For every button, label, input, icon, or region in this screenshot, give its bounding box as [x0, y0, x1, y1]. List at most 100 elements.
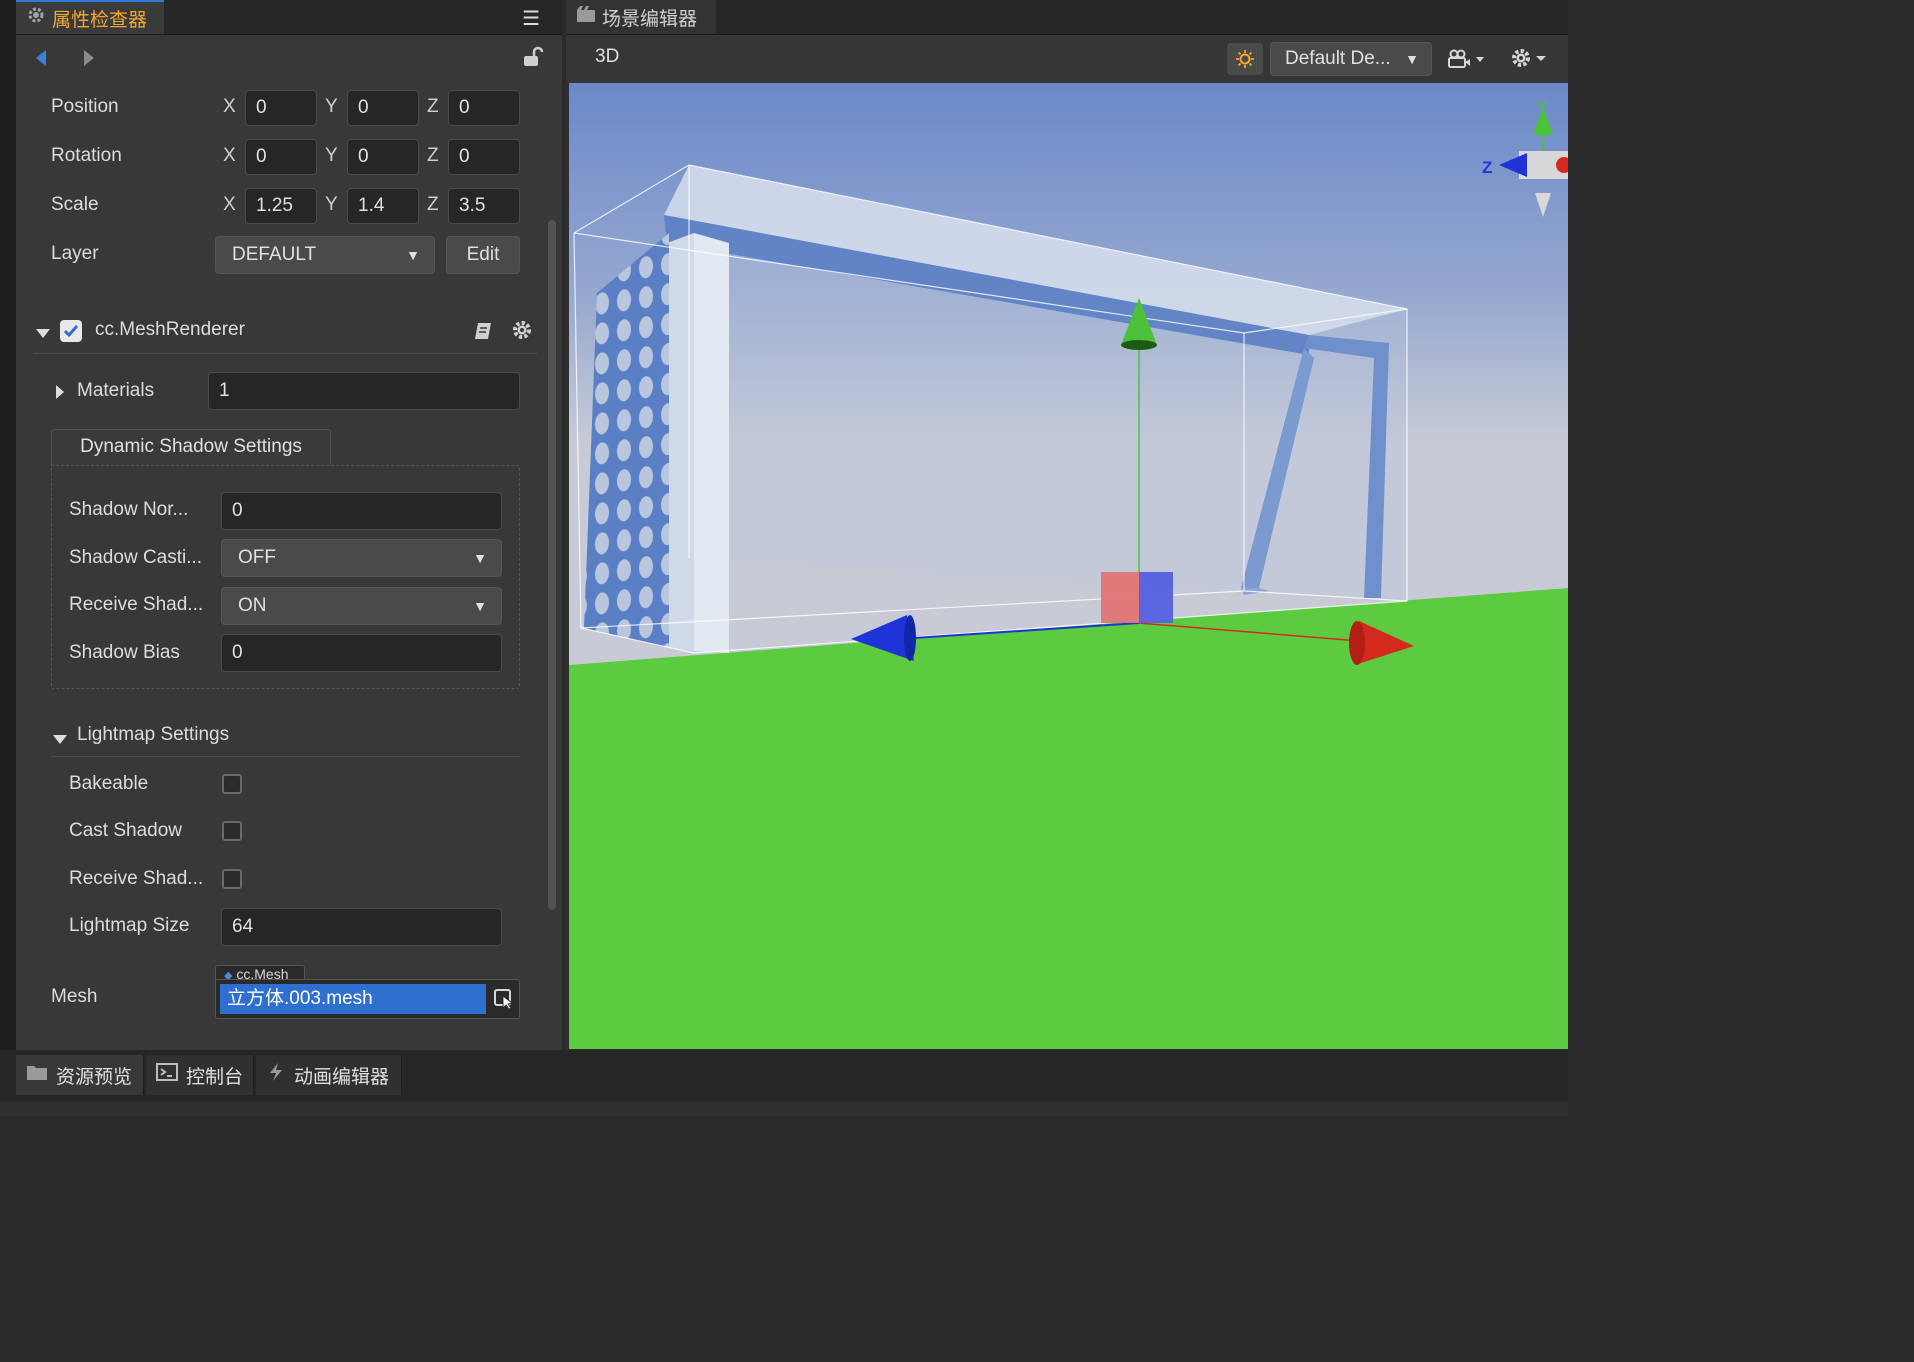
back-arrow-icon[interactable] [34, 48, 48, 73]
shadow-bias-label: Shadow Bias [69, 642, 180, 663]
gizmo-z-label: Z [1482, 158, 1492, 177]
axis-z-label: Z [427, 145, 439, 166]
tab-console-label: 控制台 [186, 1066, 244, 1088]
ground-plane [569, 588, 1568, 1049]
axis-x-label: X [223, 96, 236, 117]
collapse-triangle-icon[interactable] [53, 731, 67, 749]
axis-y-label: Y [325, 145, 338, 166]
gizmo-y-label: Y [1537, 98, 1547, 115]
layer-edit-button[interactable]: Edit [446, 236, 520, 274]
shadow-casting-select[interactable]: OFF ▼ [221, 539, 502, 577]
position-x-input[interactable]: 0 [245, 90, 317, 126]
scene-editor-panel: 场景编辑器 3D Default De... ▼ Y Z [566, 0, 1568, 1050]
lightmap-size-label: Lightmap Size [69, 915, 190, 936]
shadow-normal-bias-label: Shadow Nor... [69, 499, 189, 520]
receive-shadow-lightmap-label: Receive Shad... [69, 868, 204, 889]
shadow-casting-value: OFF [238, 547, 276, 568]
tab-asset-preview-label: 资源预览 [56, 1066, 133, 1088]
camera-select-value: Default De... [1285, 48, 1391, 69]
shadow-casting-label: Shadow Casti... [69, 547, 203, 568]
divider [34, 353, 538, 354]
scale-x-input[interactable]: 1.25 [245, 188, 317, 224]
shadow-normal-bias-input[interactable]: 0 [221, 492, 502, 530]
cast-shadow-checkbox[interactable] [222, 821, 242, 841]
rotation-x-input[interactable]: 0 [245, 139, 317, 175]
terminal-icon [156, 1063, 178, 1087]
bakeable-label: Bakeable [69, 773, 149, 794]
handle-zy-plane[interactable] [1139, 572, 1173, 623]
shadow-bias-input[interactable]: 0 [221, 634, 502, 672]
component-settings-gear-icon[interactable] [511, 319, 533, 346]
inspector-tabbar: 属性检查器 ☰ [16, 0, 562, 35]
tab-scene-label: 场景编辑器 [602, 8, 698, 30]
tab-inspector[interactable]: 属性检查器 [16, 0, 164, 34]
scene-clapboard-icon [576, 5, 596, 29]
lighting-toggle-button[interactable] [1227, 43, 1263, 75]
mesh-asset-field[interactable]: 立方体.003.mesh [215, 979, 520, 1019]
handle-xy-plane[interactable] [1101, 572, 1139, 623]
collapse-triangle-icon[interactable] [36, 325, 50, 343]
lightmap-settings-header[interactable]: Lightmap Settings [77, 724, 229, 746]
camera-icon[interactable] [1448, 49, 1486, 74]
scene-viewport[interactable]: Y Z [569, 83, 1568, 1049]
rotation-y-input[interactable]: 0 [347, 139, 419, 175]
dropdown-arrow-icon: ▼ [406, 247, 420, 263]
hamburger-menu-icon[interactable]: ☰ [522, 6, 540, 31]
materials-label: Materials [77, 380, 155, 401]
axis-x-label: X [223, 194, 236, 215]
gear-icon [26, 5, 46, 31]
left-edge-strip [0, 0, 16, 1050]
component-enabled-checkbox[interactable] [60, 320, 82, 342]
tab-inspector-label: 属性检查器 [52, 9, 148, 31]
materials-count-input[interactable]: 1 [208, 372, 520, 410]
axis-z-label: Z [427, 194, 439, 215]
sun-icon [1236, 50, 1254, 68]
dropdown-arrow-icon: ▼ [473, 598, 487, 614]
mesh-asset-value[interactable]: 立方体.003.mesh [220, 984, 486, 1014]
layer-label: Layer [51, 243, 99, 264]
axis-y-label: Y [325, 96, 338, 117]
tab-asset-preview[interactable]: 资源预览 [16, 1055, 144, 1095]
lightmap-size-input[interactable]: 64 [221, 908, 502, 946]
tab-console[interactable]: 控制台 [146, 1055, 254, 1095]
scene-toolbar: 3D Default De... ▼ [566, 35, 1568, 83]
cast-shadow-label: Cast Shadow [69, 820, 183, 841]
receive-shadow-value: ON [238, 595, 267, 616]
view-mode-3d-button[interactable]: 3D [595, 46, 619, 68]
position-z-input[interactable]: 0 [448, 90, 520, 126]
rotation-label: Rotation [51, 145, 122, 166]
tab-animation-label: 动画编辑器 [294, 1066, 390, 1088]
scene-settings-gear-icon[interactable] [1510, 47, 1550, 74]
expand-triangle-icon[interactable] [56, 385, 64, 404]
scale-y-input[interactable]: 1.4 [347, 188, 419, 224]
dropdown-arrow-icon: ▼ [1405, 51, 1419, 67]
forward-arrow-icon[interactable] [82, 48, 96, 73]
axis-x-label: X [223, 145, 236, 166]
rotation-z-input[interactable]: 0 [448, 139, 520, 175]
bakeable-checkbox[interactable] [222, 774, 242, 794]
position-label: Position [51, 96, 119, 117]
animation-icon [266, 1062, 286, 1088]
layer-select-value: DEFAULT [232, 244, 317, 265]
layer-select[interactable]: DEFAULT ▼ [215, 236, 435, 274]
divider [51, 756, 520, 757]
receive-shadow-label: Receive Shad... [69, 594, 204, 615]
locate-asset-icon[interactable] [494, 988, 514, 1015]
receive-shadow-checkbox[interactable] [222, 869, 242, 889]
position-y-input[interactable]: 0 [347, 90, 419, 126]
dropdown-arrow-icon: ▼ [473, 550, 487, 566]
receive-shadow-select[interactable]: ON ▼ [221, 587, 502, 625]
axis-y-label: Y [325, 194, 338, 215]
dynamic-shadow-header[interactable]: Dynamic Shadow Settings [51, 429, 331, 465]
axis-z-label: Z [427, 96, 439, 117]
inspector-scrollbar[interactable] [548, 220, 556, 910]
help-book-icon[interactable] [473, 320, 495, 347]
scene-tabbar: 场景编辑器 [566, 0, 1568, 35]
tab-animation-editor[interactable]: 动画编辑器 [256, 1055, 402, 1095]
camera-select[interactable]: Default De... ▼ [1270, 42, 1432, 76]
scale-z-input[interactable]: 3.5 [448, 188, 520, 224]
tab-scene-editor[interactable]: 场景编辑器 [566, 0, 716, 34]
unlock-icon[interactable] [522, 46, 544, 73]
scene-render[interactable]: Y Z [569, 83, 1568, 1049]
bottom-dock: 资源预览 控制台 动画编辑器 [0, 1050, 1568, 1116]
